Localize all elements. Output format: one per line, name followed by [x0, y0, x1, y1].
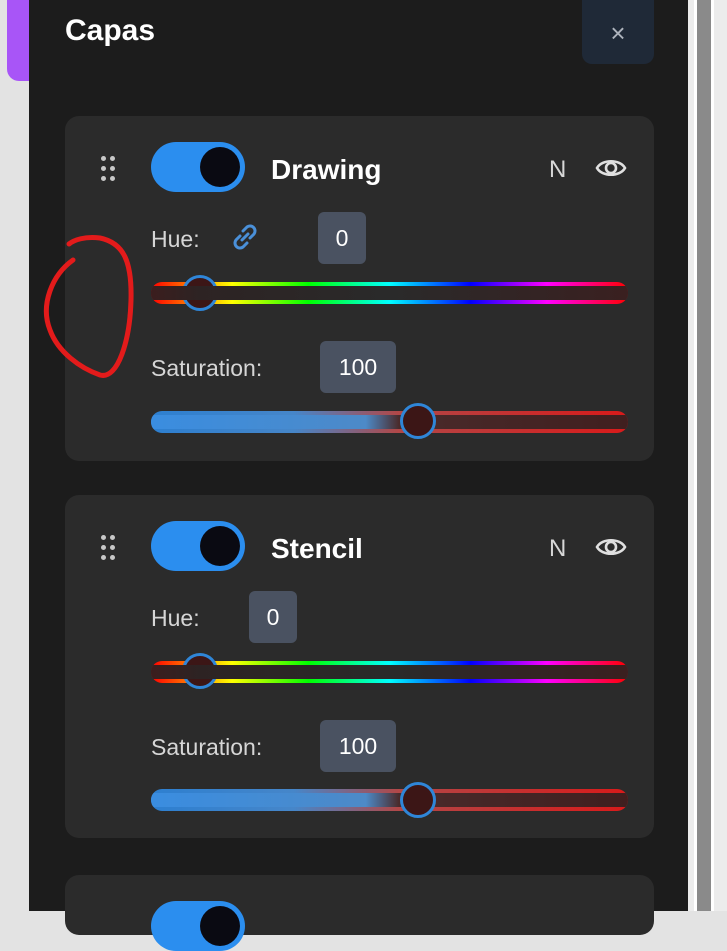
- layer-card-3: [65, 875, 654, 951]
- toggle-knob: [200, 147, 240, 187]
- hue-slider[interactable]: [151, 661, 628, 683]
- layer-visibility-toggle[interactable]: [151, 521, 245, 571]
- saturation-slider-thumb[interactable]: [400, 782, 436, 818]
- layer-name: Drawing: [271, 154, 382, 185]
- saturation-label: Saturation:: [151, 355, 263, 381]
- layers-panel: Capas × Drawing N Hue: 0 Saturation: 100…: [29, 0, 688, 951]
- layer-name: Stencil: [271, 533, 363, 564]
- drag-handle-icon[interactable]: [101, 535, 117, 561]
- blend-mode-button[interactable]: N: [549, 535, 566, 563]
- saturation-value-input[interactable]: 100: [320, 341, 396, 393]
- eye-icon[interactable]: [595, 152, 627, 184]
- hue-value-input[interactable]: 0: [318, 212, 366, 264]
- toggle-knob: [200, 526, 240, 566]
- link-icon[interactable]: [228, 220, 262, 254]
- saturation-slider[interactable]: [151, 411, 628, 433]
- panel-title: Capas: [65, 14, 156, 47]
- saturation-slider-thumb[interactable]: [400, 403, 436, 439]
- eye-icon[interactable]: [595, 531, 627, 563]
- close-icon: ×: [610, 18, 626, 48]
- layer-visibility-toggle[interactable]: [151, 901, 245, 951]
- drag-handle-icon[interactable]: [101, 156, 117, 182]
- close-button[interactable]: ×: [582, 0, 654, 64]
- scrollbar-thumb[interactable]: [697, 0, 711, 911]
- saturation-slider[interactable]: [151, 789, 628, 811]
- hue-value-input[interactable]: 0: [249, 591, 297, 643]
- hue-slider[interactable]: [151, 282, 628, 304]
- toggle-knob: [200, 906, 240, 946]
- layer-visibility-toggle[interactable]: [151, 142, 245, 192]
- saturation-label: Saturation:: [151, 734, 263, 760]
- blend-mode-button[interactable]: N: [549, 156, 566, 184]
- layer-card-stencil: Stencil N Hue: 0 Saturation: 100: [65, 495, 654, 838]
- saturation-value-input[interactable]: 100: [320, 720, 396, 772]
- hue-label: Hue:: [151, 226, 200, 252]
- layer-card-drawing: Drawing N Hue: 0 Saturation: 100: [65, 116, 654, 461]
- hue-label: Hue:: [151, 605, 200, 631]
